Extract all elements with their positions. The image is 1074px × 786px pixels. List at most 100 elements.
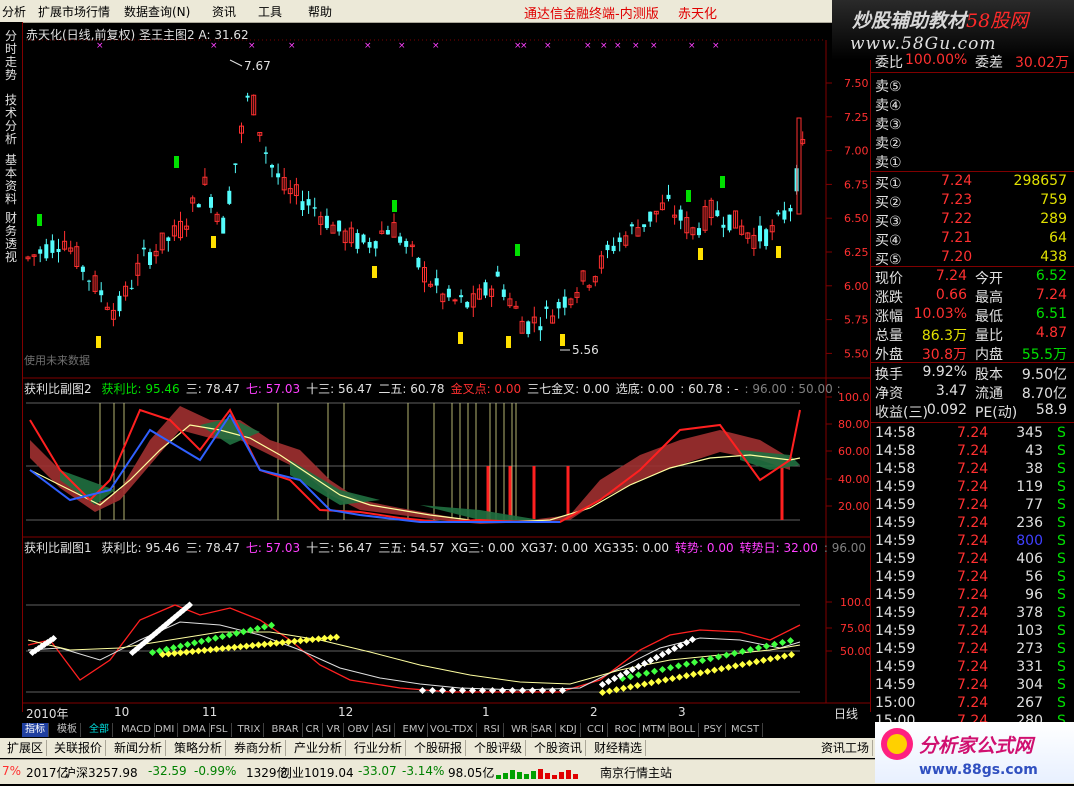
signal-dot — [224, 644, 233, 652]
toolbar-button-kdj[interactable]: KDJ — [557, 723, 581, 737]
candle-down — [44, 244, 49, 259]
bottom-tab[interactable]: 个股研报 — [411, 740, 467, 756]
signal-dot — [766, 655, 775, 663]
tick-row: 14:58 7.24 38 S — [875, 461, 1071, 479]
stat-value: 0.66 — [935, 287, 967, 303]
y-tick-label: 7.50 — [844, 77, 869, 90]
candle-down — [648, 211, 653, 222]
tick-time: 14:59 — [875, 569, 916, 585]
bottom-tab[interactable]: 关联报价 — [51, 740, 107, 756]
candle-down — [764, 229, 769, 247]
toolbar-button-brar[interactable]: BRAR — [269, 723, 303, 737]
indicator-value: 七: 57.03 — [245, 382, 301, 396]
signal-dot — [717, 665, 726, 673]
candle-down — [270, 165, 274, 168]
y-tick-label: 5.75 — [844, 314, 869, 327]
toolbar-button-dma[interactable]: DMA — [180, 723, 210, 737]
candle-down — [355, 233, 360, 249]
toolbar-button-roc[interactable]: ROC — [612, 723, 641, 737]
indicator-value: 选底: 0.00 — [615, 382, 675, 396]
signal-dot — [689, 670, 698, 678]
toolbar-button-vr[interactable]: VR — [324, 723, 345, 737]
tick-price: 7.24 — [957, 479, 989, 495]
candle-down — [148, 252, 152, 266]
bottom-tab[interactable]: 券商分析 — [231, 740, 287, 756]
toolbar-button-vol-tdx[interactable]: VOL-TDX — [427, 723, 478, 737]
signal-dot — [642, 669, 651, 677]
signal-dot — [260, 640, 269, 648]
bottom-tab[interactable]: 新闻分析 — [111, 740, 167, 756]
signal-dot — [674, 662, 683, 670]
period-label[interactable]: 日线 — [834, 705, 858, 722]
toolbar-button-全部[interactable]: 全部 — [86, 723, 113, 737]
toolbar-button-psy[interactable]: PSY — [701, 723, 726, 737]
status-index[interactable]: 沪深3257.98 — [64, 764, 138, 781]
toolbar-button-mtm[interactable]: MTM — [639, 723, 670, 737]
toolbar-button-mcst[interactable]: MCST — [728, 723, 764, 737]
toolbar-button-模板[interactable]: 模板 — [54, 723, 81, 737]
toolbar-button-rsi[interactable]: RSI — [481, 723, 504, 737]
buy-marker — [515, 244, 520, 256]
stat-value: 9.50亿 — [1021, 367, 1067, 383]
tick-time: 14:59 — [875, 659, 916, 675]
bottom-tab[interactable]: 行业分析 — [351, 740, 407, 756]
high-label: 7.67 — [244, 59, 271, 73]
toolbar-button-sar[interactable]: SAR — [529, 723, 557, 737]
tick-price: 7.24 — [957, 461, 989, 477]
toolbar-button-obv[interactable]: OBV — [345, 723, 373, 737]
signal-dot — [778, 638, 787, 647]
toolbar-button-emv[interactable]: EMV — [400, 723, 429, 737]
tick-volume: 56 — [1025, 569, 1043, 585]
sub2-series — [26, 601, 801, 697]
toolbar-button-cci[interactable]: CCI — [584, 723, 608, 737]
brand-text: 炒股辅助教材58股网 — [852, 10, 1029, 32]
toolbar-button-dmi[interactable]: DMI — [152, 723, 179, 737]
signal-dot — [626, 683, 635, 691]
indicator-value: XG三: 0.00 — [450, 541, 515, 555]
bottom-tab-news-workshop[interactable]: 资讯工场 — [818, 740, 874, 756]
signal-mark: × — [432, 41, 440, 51]
sub1-name[interactable]: 获利比副图2 — [24, 382, 92, 396]
signal-dot — [194, 647, 203, 655]
chart-area[interactable]: × × × × × × × ×× × × × × × × × × 7.507.257.006.756.506.… — [0, 0, 870, 722]
bottom-tab[interactable]: 财经精选 — [591, 740, 647, 756]
toolbar-button-asi[interactable]: ASI — [372, 723, 396, 737]
candle-down — [697, 228, 701, 236]
signal-mark: × — [288, 41, 296, 51]
tick-row: 14:59 7.24 273 S — [875, 641, 1071, 659]
candle-down — [544, 306, 549, 309]
tick-side: S — [1057, 623, 1066, 639]
signal-mark: × — [364, 41, 372, 51]
status-gem-index[interactable]: 创业1019.04 — [280, 764, 354, 781]
bottom-tab[interactable]: 产业分析 — [291, 740, 347, 756]
status-server[interactable]: 南京行情主站 — [600, 764, 672, 781]
candle-down — [56, 248, 61, 253]
bottom-tab[interactable]: 策略分析 — [171, 740, 227, 756]
indicator-value: 三: 78.47 — [185, 541, 240, 555]
stat-label: 量比 — [975, 328, 1003, 344]
candle-down — [666, 194, 671, 199]
toolbar-button-trix[interactable]: TRIX — [235, 723, 265, 737]
bottom-tab[interactable]: 个股评级 — [471, 740, 527, 756]
tick-price: 7.24 — [957, 587, 989, 603]
signal-dot — [538, 686, 547, 695]
bottom-tab[interactable]: 个股资讯 — [531, 740, 587, 756]
toolbar-button-fsl[interactable]: FSL — [207, 723, 232, 737]
candle-down — [562, 296, 567, 308]
toolbar-button-macd[interactable]: MACD — [118, 723, 155, 737]
signal-dot — [232, 629, 241, 637]
bid-volume: 759 — [1040, 192, 1067, 208]
bottom-tab[interactable]: 扩展区 — [4, 740, 48, 756]
tick-time: 14:59 — [875, 515, 916, 531]
signal-dot — [690, 658, 699, 666]
signal-mark: × — [650, 41, 658, 51]
toolbar-button-指标[interactable]: 指标 — [22, 723, 49, 737]
sub2-name[interactable]: 获利比副图1 — [24, 541, 92, 555]
toolbar-button-cr[interactable]: CR — [303, 723, 324, 737]
tick-row: 14:59 7.24 236 S — [875, 515, 1071, 533]
signal-dot — [478, 686, 487, 695]
sub1-y-tick: 60.00 — [838, 445, 870, 458]
bid-row: 买④ 7.21 64 — [875, 230, 1071, 249]
signal-dot — [745, 659, 754, 667]
toolbar-button-boll[interactable]: BOLL — [667, 723, 700, 737]
